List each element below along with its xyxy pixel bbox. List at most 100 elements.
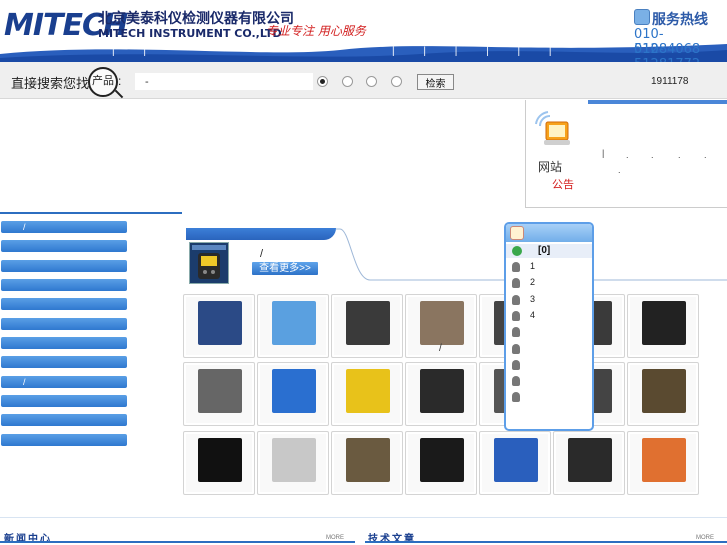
contact-person-icon[interactable] xyxy=(512,278,520,288)
notice-board-icon xyxy=(535,111,570,145)
product-card[interactable] xyxy=(331,294,403,358)
sidebar-item[interactable] xyxy=(1,298,127,310)
news-section-line xyxy=(0,541,355,543)
product-image[interactable] xyxy=(494,438,538,482)
sidebar-item[interactable]: / xyxy=(1,376,127,388)
product-image[interactable] xyxy=(642,438,686,482)
product-image[interactable] xyxy=(198,301,242,345)
sidebar-item[interactable] xyxy=(1,240,127,252)
search-option-radio-4[interactable] xyxy=(391,76,402,87)
search-option-radio-2[interactable] xyxy=(342,76,353,87)
avatar-icon xyxy=(510,226,524,240)
contact-group[interactable]: [0] xyxy=(506,244,592,258)
product-image[interactable] xyxy=(420,438,464,482)
product-card[interactable] xyxy=(627,431,699,495)
footer-divider xyxy=(0,517,727,518)
sidebar-item[interactable] xyxy=(1,434,127,446)
product-card[interactable] xyxy=(405,431,477,495)
product-image[interactable] xyxy=(420,301,464,345)
sidebar-item[interactable] xyxy=(1,337,127,349)
popup-header xyxy=(506,224,592,242)
online-support-popup[interactable]: [0] 1 2 3 4 xyxy=(504,222,594,431)
sidebar-item[interactable] xyxy=(1,279,127,291)
page: MITECH 北京美泰科仪检测仪器有限公司 MITECH INSTRUMENT … xyxy=(0,0,727,545)
product-card[interactable] xyxy=(479,431,551,495)
contact-group-label: [0] xyxy=(538,245,551,256)
product-card[interactable] xyxy=(627,294,699,358)
product-card[interactable] xyxy=(331,431,403,495)
contact-number[interactable]: 4 xyxy=(530,310,535,320)
product-card[interactable] xyxy=(183,431,255,495)
product-image[interactable] xyxy=(198,369,242,413)
search-code-text: 1911178 xyxy=(651,76,689,87)
view-more-button[interactable]: 查看更多>> xyxy=(252,262,318,275)
sidebar-item[interactable] xyxy=(1,414,127,426)
header: MITECH 北京美泰科仪检测仪器有限公司 MITECH INSTRUMENT … xyxy=(0,0,727,72)
site-notice-panel: 网站 公告 | . . . . . xyxy=(525,100,727,208)
notice-label-website: 网站 xyxy=(538,160,563,174)
search-bar: 直接搜索您找的 产品 : 检索 1911178 xyxy=(0,62,727,99)
featured-product-image[interactable] xyxy=(189,242,229,284)
contact-person-icon[interactable] xyxy=(512,392,520,402)
featured-device-icon xyxy=(192,245,226,279)
product-card[interactable] xyxy=(405,362,477,426)
product-grid-separator: / xyxy=(439,343,442,354)
header-swoosh xyxy=(0,44,727,62)
magnifier-icon: 产品 xyxy=(88,67,118,97)
company-name-cn: 北京美泰科仪检测仪器有限公司 xyxy=(98,11,294,27)
search-input[interactable] xyxy=(135,73,313,90)
product-image[interactable] xyxy=(420,369,464,413)
product-image[interactable] xyxy=(198,438,242,482)
sidebar-item[interactable] xyxy=(1,260,127,272)
featured-tab xyxy=(186,228,336,240)
product-card[interactable] xyxy=(257,431,329,495)
product-image[interactable] xyxy=(272,369,316,413)
product-card[interactable] xyxy=(257,294,329,358)
contact-person-icon[interactable] xyxy=(512,344,520,354)
sidebar-item[interactable] xyxy=(1,318,127,330)
product-image[interactable] xyxy=(642,301,686,345)
search-button[interactable]: 检索 xyxy=(417,74,454,90)
search-colon: : xyxy=(118,74,122,88)
hotline-label: 服务热线 xyxy=(652,11,708,27)
notice-mark: . xyxy=(626,150,629,160)
contact-person-icon[interactable] xyxy=(512,295,520,305)
tech-section-line xyxy=(365,541,727,543)
product-image[interactable] xyxy=(346,369,390,413)
product-image[interactable] xyxy=(272,301,316,345)
notice-mark: . xyxy=(678,150,681,160)
product-card[interactable] xyxy=(331,362,403,426)
product-card[interactable] xyxy=(627,362,699,426)
online-status-icon xyxy=(512,246,522,256)
product-image[interactable] xyxy=(272,438,316,482)
notice-mark: . xyxy=(618,165,621,175)
nav-links-left[interactable]: | | xyxy=(112,46,159,57)
notice-mark: | xyxy=(602,148,605,158)
product-image[interactable] xyxy=(642,369,686,413)
product-card[interactable] xyxy=(257,362,329,426)
product-image[interactable] xyxy=(346,438,390,482)
product-card[interactable] xyxy=(553,431,625,495)
search-option-radio-3[interactable] xyxy=(366,76,377,87)
notice-mark: . xyxy=(651,150,654,160)
contact-person-icon[interactable] xyxy=(512,360,520,370)
contact-number[interactable]: 3 xyxy=(530,294,535,304)
sidebar-item[interactable] xyxy=(1,356,127,368)
search-option-radio-1[interactable] xyxy=(317,76,328,87)
contact-person-icon[interactable] xyxy=(512,376,520,386)
sidebar-item[interactable]: / xyxy=(1,221,127,233)
slogan: 专业专注 用心服务 xyxy=(266,24,366,38)
product-image[interactable] xyxy=(568,438,612,482)
product-image[interactable] xyxy=(346,301,390,345)
featured-separator: / xyxy=(260,248,264,260)
product-card[interactable] xyxy=(183,294,255,358)
sidebar-item[interactable] xyxy=(1,395,127,407)
contact-number[interactable]: 1 xyxy=(530,261,535,271)
contact-person-icon[interactable] xyxy=(512,262,520,272)
notice-mark: . xyxy=(704,150,707,160)
nav-links-right[interactable]: | | | | | | xyxy=(392,46,564,57)
contact-number[interactable]: 2 xyxy=(530,277,535,287)
contact-person-icon[interactable] xyxy=(512,327,520,337)
contact-person-icon[interactable] xyxy=(512,311,520,321)
product-card[interactable] xyxy=(183,362,255,426)
